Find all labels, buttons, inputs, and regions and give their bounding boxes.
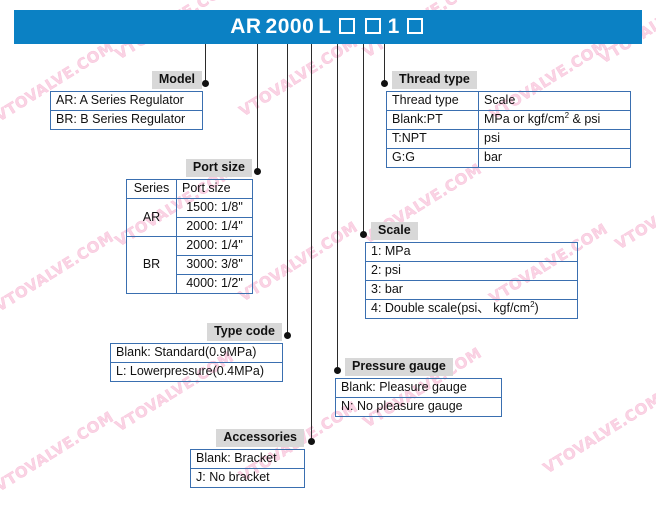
type-code-row-l: L: Lowerpressure(0.4MPa) xyxy=(110,362,283,382)
table-row: Blank: Bracket xyxy=(190,449,305,469)
leader-line-accessories xyxy=(311,44,312,443)
code-scale-digit: 1 xyxy=(387,15,400,38)
port-size-ar-1500: 1500: 1/8" xyxy=(176,198,253,218)
table-row: 1: MPa xyxy=(365,242,578,262)
scale-label-row: Scale xyxy=(357,221,578,240)
table-row: BR 2000: 1/4" xyxy=(126,236,253,294)
model-row-ar: AR: A Series Regulator xyxy=(50,91,203,111)
table-header-row: Thread type Scale xyxy=(386,91,631,111)
thread-type-code-t-npt: T:NPT xyxy=(386,129,479,149)
leader-dot-type-code xyxy=(284,332,291,339)
leader-line-type-code xyxy=(287,44,288,337)
code-placeholder-box xyxy=(338,18,355,34)
model-table: AR: A Series Regulator BR: B Series Regu… xyxy=(50,91,203,130)
table-row: AR: A Series Regulator xyxy=(50,91,203,111)
code-series-number: 2000 xyxy=(265,15,315,38)
table-row: AR 1500: 1/8" xyxy=(126,198,253,237)
port-size-label: Port size xyxy=(185,158,252,177)
type-code-label: Type code xyxy=(207,322,282,341)
thread-type-label: Thread type xyxy=(392,70,477,89)
thread-type-label-row: Thread type xyxy=(378,70,631,89)
thread-type-header-code: Thread type xyxy=(386,91,479,111)
scale-row-4: 4: Double scale(psi、 kgf/cm2) xyxy=(365,299,578,319)
type-code-row-blank: Blank: Standard(0.9MPa) xyxy=(110,343,283,363)
scale-table: 1: MPa 2: psi 3: bar 4: Double scale(psi… xyxy=(365,242,578,319)
port-size-series-br: BR xyxy=(126,236,177,294)
port-size-header-port: Port size xyxy=(176,179,253,199)
table-row: Blank: Standard(0.9MPa) xyxy=(110,343,283,363)
leader-line-pressure-gauge xyxy=(337,44,338,371)
thread-type-header-scale: Scale xyxy=(478,91,631,111)
accessories-row-j: J: No bracket xyxy=(190,468,305,488)
product-code-text: AR 2000 L 1 xyxy=(14,10,642,44)
table-header-row: Series Port size xyxy=(126,179,253,199)
pressure-gauge-row-n: N: No pleasure gauge xyxy=(335,397,502,417)
accessories-table: Blank: Bracket J: No bracket xyxy=(190,449,305,488)
model-label: Model xyxy=(151,70,202,89)
leader-dot-accessories xyxy=(308,438,315,445)
code-placeholder-box xyxy=(364,18,381,34)
table-row: T:NPT psi xyxy=(386,129,631,149)
pressure-gauge-label: Pressure gauge xyxy=(345,357,453,376)
section-thread-type: Thread type Thread type Scale Blank:PT M… xyxy=(378,70,631,168)
table-row: Blank: Pleasure gauge xyxy=(335,378,502,398)
port-size-series-ar: AR xyxy=(126,198,177,237)
scale-row-2: 2: psi xyxy=(365,261,578,281)
port-size-br-2000: 2000: 1/4" xyxy=(176,236,253,256)
model-label-row: Model xyxy=(50,70,202,89)
section-scale: Scale 1: MPa 2: psi 3: bar 4: Double sca… xyxy=(357,221,578,319)
port-size-table: Series Port size AR 1500: 1/8" 2000: 1/4… xyxy=(126,179,253,294)
table-row: G:G bar xyxy=(386,148,631,168)
product-code-banner: AR 2000 L 1 xyxy=(14,10,642,44)
thread-type-table: Thread type Scale Blank:PT MPa or kgf/cm… xyxy=(386,91,631,168)
table-row: N: No pleasure gauge xyxy=(335,397,502,417)
type-code-table: Blank: Standard(0.9MPa) L: Lowerpressure… xyxy=(110,343,283,382)
port-size-br-4000: 4000: 1/2" xyxy=(176,274,253,294)
table-row: 3: bar xyxy=(365,280,578,300)
table-row: 4: Double scale(psi、 kgf/cm2) xyxy=(365,299,578,319)
port-size-ar-2000: 2000: 1/4" xyxy=(176,217,253,237)
pressure-gauge-row-blank: Blank: Pleasure gauge xyxy=(335,378,502,398)
leader-line-scale xyxy=(363,44,364,236)
code-type: L xyxy=(318,15,332,38)
leader-line-model xyxy=(205,44,206,84)
port-size-br-3000: 3000: 3/8" xyxy=(176,255,253,275)
leader-dot-port-size xyxy=(254,168,261,175)
thread-type-code-blank-pt: Blank:PT xyxy=(386,110,479,130)
table-row: J: No bracket xyxy=(190,468,305,488)
scale-row-3: 3: bar xyxy=(365,280,578,300)
section-type-code: Type code Blank: Standard(0.9MPa) L: Low… xyxy=(110,322,283,382)
type-code-label-row: Type code xyxy=(110,322,282,341)
accessories-row-blank: Blank: Bracket xyxy=(190,449,305,469)
table-row: Blank:PT MPa or kgf/cm2 & psi xyxy=(386,110,631,130)
accessories-label: Accessories xyxy=(216,428,304,447)
code-prefix: AR xyxy=(230,15,262,38)
accessories-label-row: Accessories xyxy=(190,428,304,447)
table-row: L: Lowerpressure(0.4MPa) xyxy=(110,362,283,382)
section-accessories: Accessories Blank: Bracket J: No bracket xyxy=(190,428,305,488)
section-pressure-gauge: Pressure gauge Blank: Pleasure gauge N: … xyxy=(331,357,502,417)
port-size-header-series: Series xyxy=(126,179,177,199)
code-placeholder-box xyxy=(406,18,423,34)
pressure-gauge-table: Blank: Pleasure gauge N: No pleasure gau… xyxy=(335,378,502,417)
leader-dot-model xyxy=(202,80,209,87)
leader-line-port-size xyxy=(257,44,258,172)
diagram-canvas: VTOVALVE.COM VTOVALVE.COM VTOVALVE.COM V… xyxy=(0,0,656,505)
scale-label: Scale xyxy=(371,221,418,240)
thread-type-scale-blank-pt: MPa or kgf/cm2 & psi xyxy=(478,110,631,130)
thread-type-scale-t-npt: psi xyxy=(478,129,631,149)
table-row: BR: B Series Regulator xyxy=(50,110,203,130)
section-port-size: Port size Series Port size AR 1500: 1/8"… xyxy=(126,158,253,294)
port-size-label-row: Port size xyxy=(126,158,252,177)
model-row-br: BR: B Series Regulator xyxy=(50,110,203,130)
thread-type-code-g-g: G:G xyxy=(386,148,479,168)
section-model: Model AR: A Series Regulator BR: B Serie… xyxy=(50,70,203,130)
pressure-gauge-label-row: Pressure gauge xyxy=(331,357,502,376)
scale-row-1: 1: MPa xyxy=(365,242,578,262)
thread-type-scale-g-g: bar xyxy=(478,148,631,168)
table-row: 2: psi xyxy=(365,261,578,281)
